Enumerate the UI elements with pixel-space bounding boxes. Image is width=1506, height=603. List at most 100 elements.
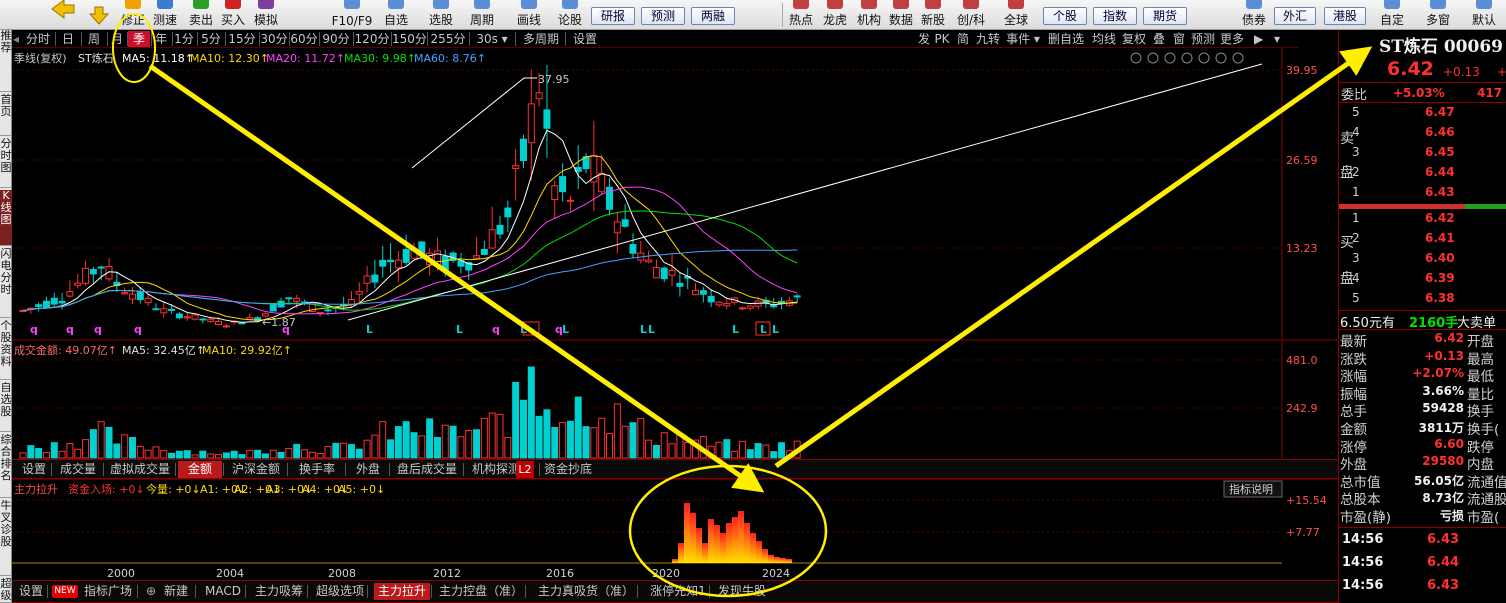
period-right-pk[interactable]: PK [932,31,952,47]
period-tab-设置[interactable]: 设置 [568,31,602,47]
period-tab-15分[interactable]: 15分 [226,31,258,47]
toolbar-pill3-港股[interactable]: 港股 [1324,7,1366,25]
toolbar-simulate-button[interactable]: 模拟 [251,0,281,30]
toolbar-龙虎-button[interactable]: 龙虎 [820,0,850,30]
period-tab-分时[interactable]: 分时 [22,31,54,47]
volume-tab-换手率[interactable]: 换手率 [290,461,344,478]
toolbar-sell-button[interactable]: 卖出 [186,0,216,30]
toolbar-自选-button[interactable]: 自选 [381,0,411,30]
bid-price[interactable]: 6.42 [1425,211,1455,225]
leftbar-k线图[interactable]: K线图 [0,190,12,246]
period-right-简[interactable]: 简 [954,31,972,47]
period-right-复权[interactable]: 复权 [1120,31,1148,47]
indicator-tab-新建[interactable]: 新建 [158,583,194,600]
leftbar-首页[interactable]: 首页 [0,94,12,136]
toolbar-pill2-个股[interactable]: 个股 [1043,7,1087,25]
toolbar-pill2-指数[interactable]: 指数 [1093,7,1137,25]
indicator-tab-主力吸筹[interactable]: 主力吸筹 [252,583,306,600]
toolbar-全球-button[interactable]: 全球 [1001,0,1031,30]
toolbar-热点-button[interactable]: 热点 [786,0,816,30]
volume-tab-沪深金额[interactable]: 沪深金额 [226,461,286,478]
period-right-事件[interactable]: 事件 ▾ [1004,31,1042,47]
indicator-tab-主力控盘-准[interactable]: 主力控盘（准） [438,583,524,600]
period-tab-季[interactable]: 季 [128,31,150,47]
toolbar-新股-button[interactable]: 新股 [918,0,948,30]
toolbar-speedometer-button[interactable]: 测速 [150,0,180,30]
leftbar-超级[interactable]: 超级 [0,578,12,603]
period-tab-多周期[interactable]: 多周期 [518,31,564,47]
period-tab-120分[interactable]: 120分 [354,31,390,47]
period-right-叠[interactable]: 叠 [1151,31,1167,47]
leftbar-牛叉诊股[interactable]: 牛叉诊股 [0,500,12,576]
indicator-tab-指标广场[interactable]: 指标广场 [80,583,136,600]
indicator-tab-设置[interactable]: 设置 [16,583,46,600]
toolbar-多窗-button[interactable]: 多窗 [1420,0,1456,30]
bid-price[interactable]: 6.41 [1425,231,1455,245]
leftbar-闪电分时[interactable]: 闪电分时 [0,248,12,318]
period-right-九转[interactable]: 九转 [974,31,1002,47]
toolbar-周期-button[interactable]: 周期 [467,0,497,30]
leftbar-综合排名[interactable]: 综合排名 [0,434,12,498]
back-button[interactable] [44,0,78,30]
toolbar-创-科-button[interactable]: 创/科 [953,0,989,30]
ask-price[interactable]: 6.43 [1425,185,1455,199]
period-tab-日[interactable]: 日 [56,31,80,47]
indicator-tab-超级选项[interactable]: 超级选项 [314,583,366,600]
toolbar-pill2-期货[interactable]: 期货 [1143,7,1187,25]
volume-tab-资金抄底[interactable]: 资金抄底 [542,461,594,478]
period-bar-collapse-icon[interactable]: ◂ [13,31,21,47]
period-tab-周[interactable]: 周 [82,31,106,47]
toolbar-pill-两融[interactable]: 两融 [691,7,735,25]
bid-price[interactable]: 6.40 [1425,251,1455,265]
dropdown-icon[interactable]: ▾ [1274,31,1288,47]
period-right-均线[interactable]: 均线 [1090,31,1118,47]
toolbar-pill-研报[interactable]: 研报 [591,7,635,25]
period-tab-1分[interactable]: 1分 [172,31,196,47]
period-tab-90分[interactable]: 90分 [320,31,352,47]
volume-tab-虚拟成交量[interactable]: 虚拟成交量 [106,461,174,478]
toolbar-画线-button[interactable]: 画线 [514,0,544,30]
ask-price[interactable]: 6.44 [1425,165,1455,179]
toolbar-论股-button[interactable]: 论股 [555,0,585,30]
volume-tab-外盘[interactable]: 外盘 [348,461,388,478]
period-tab-150分[interactable]: 150分 [392,31,427,47]
bid-price[interactable]: 6.39 [1425,271,1455,285]
toolbar-自定-button[interactable]: 自定 [1374,0,1410,30]
toolbar-选股-button[interactable]: 选股 [426,0,456,30]
period-right-更多[interactable]: 更多 [1218,31,1246,47]
indicator-tab-主力真吸货-准[interactable]: 主力真吸货（准） [536,583,636,600]
toolbar-机构-button[interactable]: 机构 [854,0,884,30]
period-tab-年[interactable]: 年 [151,31,171,47]
volume-tab-成交量[interactable]: 成交量 [54,461,102,478]
indicator-tab-macd[interactable]: MACD [202,583,244,600]
period-tab-月[interactable]: 月 [108,31,126,47]
toolbar-数据-button[interactable]: 数据 [886,0,916,30]
bid-price[interactable]: 6.38 [1425,291,1455,305]
ask-price[interactable]: 6.45 [1425,145,1455,159]
period-right-发[interactable]: 发 [917,31,931,47]
leftbar-分时图[interactable]: 分时图 [0,138,12,188]
period-right-预测[interactable]: 预测 [1190,31,1216,47]
toolbar-buy-button[interactable]: 买入 [218,0,248,30]
indicator-tab-发现牛股[interactable]: 发现牛股 [714,583,770,600]
period-tab-60分[interactable]: 60分 [290,31,318,47]
toolbar-pill-预测[interactable]: 预测 [641,7,685,25]
down-button[interactable] [84,0,114,30]
toolbar-pill3-外汇[interactable]: 外汇 [1274,7,1316,25]
leftbar-推荐[interactable]: 推荐 [0,30,12,92]
leftbar-自选股[interactable]: 自选股 [0,382,12,432]
period-tab-255分[interactable]: 255分 [428,31,468,47]
toolbar-默认-button[interactable]: 默认 [1466,0,1502,30]
leftbar-个股资料[interactable]: 个股资料 [0,320,12,380]
period-right-删自选[interactable]: 删自选 [1046,31,1086,47]
period-tab-5分[interactable]: 5分 [198,31,224,47]
volume-tab-盘后成交量[interactable]: 盘后成交量 [392,461,462,478]
toolbar-f10-f9-button[interactable]: F10/F9 [330,0,374,30]
period-right-窗[interactable]: 窗 [1170,31,1188,47]
indicator-tab-主力拉升[interactable]: 主力拉升 [374,583,430,600]
period-tab-30s[interactable]: 30s ▾ [470,31,514,47]
toolbar-repair-button[interactable]: 修正 [118,0,148,30]
toolbar-债券-button[interactable]: 债券 [1236,0,1272,30]
volume-tab-金额[interactable]: 金额 [178,461,222,478]
ask-price[interactable]: 6.46 [1425,125,1455,139]
